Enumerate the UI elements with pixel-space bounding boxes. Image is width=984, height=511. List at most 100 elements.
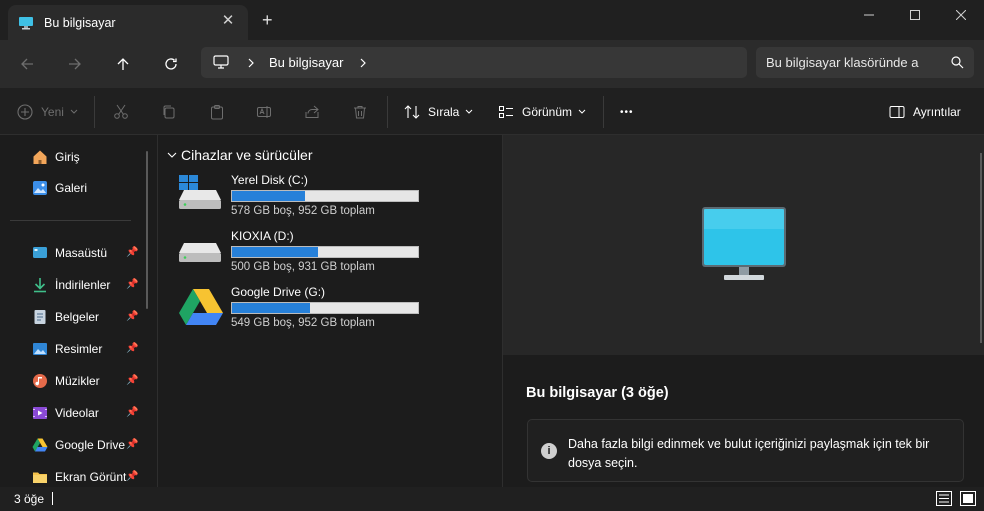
maximize-button[interactable] (892, 0, 938, 30)
back-button[interactable] (14, 51, 40, 77)
documents-icon (34, 310, 46, 324)
delete-button[interactable] (352, 102, 368, 122)
copy-button[interactable] (161, 102, 177, 122)
drive-free-space: 578 GB boş, 952 GB toplam (231, 205, 375, 217)
drive-item[interactable]: Google Drive (G:) 549 GB boş, 952 GB top… (179, 285, 499, 335)
drive-usage-bar (231, 246, 419, 258)
info-box: i Daha fazla bilgi edinmek ve bulut içer… (527, 419, 964, 482)
divider (10, 220, 131, 221)
view-list-icon (499, 106, 513, 118)
sidebar-item-galeri[interactable]: Galeri (32, 177, 142, 199)
downloads-icon (34, 278, 46, 293)
pin-icon[interactable]: 📌 (126, 343, 138, 354)
pin-icon[interactable]: 📌 (126, 471, 138, 482)
details-title: Bu bilgisayar (3 öğe) (526, 385, 669, 401)
drive-name: Yerel Disk (C:) (231, 173, 308, 187)
hard-drive-windows-icon (179, 175, 221, 209)
command-bar: Yeni Sırala Görünüm ••• Ayrıntılar (0, 88, 984, 135)
pin-icon[interactable]: 📌 (126, 247, 138, 258)
chevron-right-icon (248, 58, 254, 67)
new-button[interactable]: Yeni (17, 102, 78, 122)
sidebar-item-label: Google Drive (55, 438, 126, 452)
tab-title: Bu bilgisayar (44, 15, 116, 30)
pin-icon[interactable]: 📌 (126, 439, 138, 450)
more-options-button[interactable]: ••• (620, 102, 634, 122)
drive-usage-fill (232, 303, 311, 313)
chevron-right-icon[interactable] (359, 58, 367, 68)
computer-icon (702, 207, 786, 280)
drive-usage-bar (231, 302, 419, 314)
view-button[interactable]: Görünüm (498, 102, 586, 122)
title-bar: Bu bilgisayar ✕ + (0, 0, 984, 40)
tiles-view-icon[interactable] (960, 491, 976, 506)
videos-icon (33, 407, 47, 419)
more-icon: ••• (620, 106, 634, 118)
sort-button[interactable]: Sırala (404, 102, 473, 122)
refresh-button[interactable] (158, 51, 184, 77)
trash-icon (354, 106, 366, 119)
paste-button[interactable] (209, 102, 225, 122)
details-pane-button[interactable]: Ayrıntılar (889, 102, 961, 122)
chevron-down-icon (578, 109, 586, 114)
divider (603, 96, 604, 128)
divider (94, 96, 95, 128)
maximize-icon (910, 10, 920, 20)
clipboard-icon (211, 105, 223, 120)
home-icon (33, 150, 47, 164)
divider (387, 96, 388, 128)
drive-usage-fill (232, 191, 305, 201)
sidebar-item-giris[interactable]: Giriş (32, 146, 142, 168)
details-pane-icon (889, 106, 905, 118)
drive-free-space: 500 GB boş, 931 GB toplam (231, 261, 375, 273)
pin-icon[interactable]: 📌 (126, 407, 138, 418)
arrow-left-icon (21, 58, 33, 70)
status-bar: 3 öğe (0, 487, 984, 511)
details-scrollbar[interactable] (980, 153, 982, 343)
search-input[interactable]: Bu bilgisayar klasöründe a (756, 47, 974, 78)
content-pane: Cihazlar ve sürücüler Yerel Disk (C:) 57… (159, 135, 501, 487)
scissors-icon (114, 104, 128, 119)
status-separator (52, 492, 53, 505)
navigation-bar: Bu bilgisayar Bu bilgisayar klasöründe a (0, 40, 984, 88)
pin-icon[interactable]: 📌 (126, 375, 138, 386)
cut-button[interactable] (113, 102, 129, 122)
address-bar[interactable]: Bu bilgisayar (201, 47, 747, 78)
drive-item[interactable]: KIOXIA (D:) 500 GB boş, 931 GB toplam (179, 229, 499, 279)
close-icon (956, 10, 966, 20)
minimize-button[interactable] (846, 0, 892, 30)
details-label: Ayrıntılar (913, 105, 961, 119)
rename-icon (257, 106, 271, 118)
navigation-pane: Giriş Galeri Masaüstü 📌 İndirilenler 📌 B… (0, 135, 158, 487)
chevron-down-icon (466, 109, 473, 114)
sidebar-scrollbar[interactable] (146, 151, 148, 309)
close-tab-icon[interactable]: ✕ (220, 13, 236, 29)
music-icon (33, 374, 47, 388)
forward-button[interactable] (62, 51, 88, 77)
up-button[interactable] (110, 51, 136, 77)
pin-icon[interactable]: 📌 (126, 279, 138, 290)
sidebar-item-label: Resimler (55, 342, 103, 356)
sidebar-item-label: Videolar (55, 406, 99, 420)
new-tab-button[interactable]: + (262, 11, 273, 29)
minimize-icon (864, 14, 874, 16)
sidebar-item-label: Masaüstü (55, 246, 108, 260)
details-view-icon[interactable] (936, 491, 952, 506)
breadcrumb-bu-bilgisayar[interactable]: Bu bilgisayar (269, 55, 343, 70)
sort-icon (404, 105, 420, 119)
rename-button[interactable] (256, 102, 272, 122)
close-window-button[interactable] (938, 0, 984, 30)
group-header-devices[interactable]: Cihazlar ve sürücüler (167, 147, 313, 163)
folder-icon (33, 472, 47, 483)
sidebar-item-label: Ekran Görüntü (55, 470, 127, 484)
drive-item[interactable]: Yerel Disk (C:) 578 GB boş, 952 GB topla… (179, 173, 499, 223)
chevron-down-icon (167, 152, 177, 158)
group-header-label: Cihazlar ve sürücüler (181, 147, 313, 163)
google-drive-icon (32, 438, 48, 452)
pictures-icon (33, 343, 47, 355)
share-button[interactable] (304, 102, 320, 122)
tab-bu-bilgisayar[interactable]: Bu bilgisayar ✕ (8, 5, 248, 40)
search-icon (951, 56, 964, 69)
pin-icon[interactable]: 📌 (126, 311, 138, 322)
chevron-down-icon (70, 109, 78, 114)
item-count: 3 öğe (14, 492, 45, 506)
